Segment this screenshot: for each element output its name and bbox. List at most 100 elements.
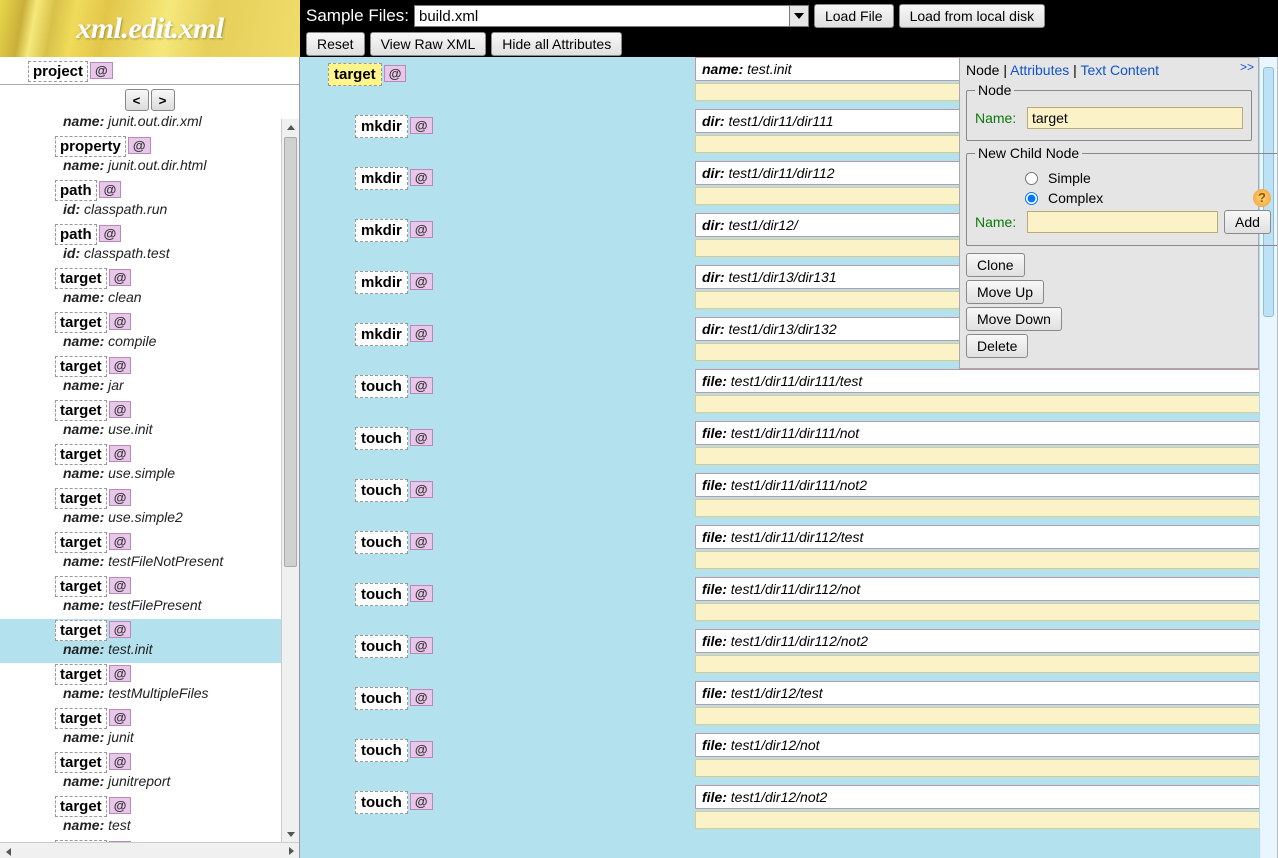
tree-tag[interactable]: target <box>55 444 107 465</box>
at-icon[interactable]: @ <box>109 797 132 814</box>
text-row[interactable] <box>695 551 1273 569</box>
text-row[interactable] <box>695 395 1273 413</box>
attr-row[interactable]: file: test1/dir11/dir112/not2 <box>695 629 1273 653</box>
at-icon[interactable]: @ <box>410 429 433 446</box>
tree-tag[interactable]: target <box>55 356 107 377</box>
at-icon[interactable]: @ <box>109 577 132 594</box>
child-tag[interactable]: touch <box>355 583 408 606</box>
child-tag[interactable]: mkdir <box>355 271 408 294</box>
at-icon[interactable]: @ <box>109 709 132 726</box>
scroll-left-icon[interactable] <box>0 844 16 858</box>
child-tag[interactable]: touch <box>355 791 408 814</box>
at-icon[interactable]: @ <box>384 65 407 82</box>
tree-tag[interactable]: target <box>55 620 107 641</box>
tab-attributes[interactable]: Attributes <box>1010 62 1069 78</box>
scroll-right-icon[interactable] <box>283 843 299 858</box>
scroll-thumb[interactable] <box>284 137 297 567</box>
at-icon[interactable]: @ <box>109 357 132 374</box>
at-icon[interactable]: @ <box>410 273 433 290</box>
radio-complex[interactable] <box>1025 192 1038 205</box>
text-row[interactable] <box>695 707 1273 725</box>
load-local-button[interactable]: Load from local disk <box>899 4 1046 28</box>
at-icon[interactable]: @ <box>109 753 132 770</box>
attr-row[interactable]: file: test1/dir11/dir112/test <box>695 525 1273 549</box>
sample-files-combo[interactable] <box>414 5 809 27</box>
at-icon[interactable]: @ <box>410 793 433 810</box>
at-icon[interactable]: @ <box>410 169 433 186</box>
tree-tag[interactable]: target <box>55 576 107 597</box>
at-icon[interactable]: @ <box>410 637 433 654</box>
tree-item[interactable]: target@name: testFileNotPresent <box>55 531 277 575</box>
child-tag[interactable]: mkdir <box>355 219 408 242</box>
history-back-button[interactable]: < <box>125 89 149 111</box>
tree-item[interactable]: target@name: junitreport <box>55 751 277 795</box>
at-icon[interactable]: @ <box>109 665 132 682</box>
attr-row[interactable]: file: test1/dir11/dir112/not <box>695 577 1273 601</box>
at-icon[interactable]: @ <box>410 221 433 238</box>
attr-row[interactable]: file: test1/dir12/not <box>695 733 1273 757</box>
tree-item[interactable]: target@name: test.init <box>0 619 299 663</box>
tab-textcontent[interactable]: Text Content <box>1080 62 1159 78</box>
attr-row[interactable]: file: test1/dir11/dir111/not <box>695 421 1273 445</box>
child-tag[interactable]: mkdir <box>355 323 408 346</box>
attr-row[interactable]: file: test1/dir11/dir111/not2 <box>695 473 1273 497</box>
at-icon[interactable]: @ <box>90 62 113 79</box>
attr-row[interactable]: file: test1/dir12/not2 <box>695 785 1273 809</box>
radio-simple[interactable] <box>1025 172 1038 185</box>
text-row[interactable] <box>695 499 1273 517</box>
at-icon[interactable]: @ <box>410 533 433 550</box>
child-tag[interactable]: touch <box>355 531 408 554</box>
tree-tag[interactable]: target <box>55 532 107 553</box>
tree-tag[interactable]: target <box>55 796 107 817</box>
scroll-down-icon[interactable] <box>282 826 299 842</box>
delete-button[interactable]: Delete <box>966 334 1028 358</box>
at-icon[interactable]: @ <box>99 225 122 242</box>
hide-attrs-button[interactable]: Hide all Attributes <box>491 32 622 56</box>
panel-collapse-icon[interactable]: >> <box>1240 60 1254 74</box>
at-icon[interactable]: @ <box>109 489 132 506</box>
at-icon[interactable]: @ <box>128 137 151 154</box>
help-icon[interactable]: ? <box>1253 189 1271 207</box>
at-icon[interactable]: @ <box>109 533 132 550</box>
tree-item[interactable]: target@name: testMultipleFiles <box>55 663 277 707</box>
attr-row[interactable]: file: test1/dir12/test <box>695 681 1273 705</box>
text-row[interactable] <box>695 447 1273 465</box>
at-icon[interactable]: @ <box>109 445 132 462</box>
tree-tag[interactable]: target <box>55 312 107 333</box>
movedown-button[interactable]: Move Down <box>966 307 1062 331</box>
tab-node[interactable]: Node <box>966 62 999 78</box>
text-row[interactable] <box>695 759 1273 777</box>
tree-item[interactable]: target@name: compile <box>55 311 277 355</box>
view-raw-button[interactable]: View Raw XML <box>370 32 487 56</box>
at-icon[interactable]: @ <box>99 181 122 198</box>
reset-button[interactable]: Reset <box>306 32 365 56</box>
tree-vscrollbar[interactable] <box>281 119 299 842</box>
at-icon[interactable]: @ <box>410 117 433 134</box>
history-fwd-button[interactable]: > <box>151 89 175 111</box>
tree-item[interactable]: target@name: use.simple <box>55 443 277 487</box>
add-button[interactable]: Add <box>1224 210 1271 234</box>
child-tag[interactable]: touch <box>355 375 408 398</box>
at-icon[interactable]: @ <box>109 401 132 418</box>
tree-tag[interactable]: property <box>55 136 126 157</box>
at-icon[interactable]: @ <box>410 689 433 706</box>
tree-tag[interactable]: target <box>55 400 107 421</box>
scroll-up-icon[interactable] <box>282 119 299 135</box>
tree-item[interactable]: @name: junit.out.dir.xml <box>55 113 277 135</box>
at-icon[interactable]: @ <box>410 325 433 342</box>
new-name-input[interactable] <box>1027 211 1218 233</box>
at-icon[interactable]: @ <box>410 585 433 602</box>
sample-files-input[interactable] <box>414 5 789 27</box>
tree-item[interactable]: target@name: testFilePresent <box>55 575 277 619</box>
load-file-button[interactable]: Load File <box>814 4 894 28</box>
tree-tag[interactable]: target <box>55 664 107 685</box>
tree-tag[interactable]: target <box>55 708 107 729</box>
child-tag[interactable]: touch <box>355 635 408 658</box>
tree-item[interactable]: target@name: jar <box>55 355 277 399</box>
tree-item[interactable]: property@name: junit.out.dir.html <box>55 135 277 179</box>
tree-hscrollbar[interactable] <box>0 842 299 858</box>
at-icon[interactable]: @ <box>109 621 132 638</box>
at-icon[interactable]: @ <box>410 741 433 758</box>
tree-item[interactable]: target@name: use.simple2 <box>55 487 277 531</box>
tree-item[interactable]: target@name: test <box>55 795 277 839</box>
